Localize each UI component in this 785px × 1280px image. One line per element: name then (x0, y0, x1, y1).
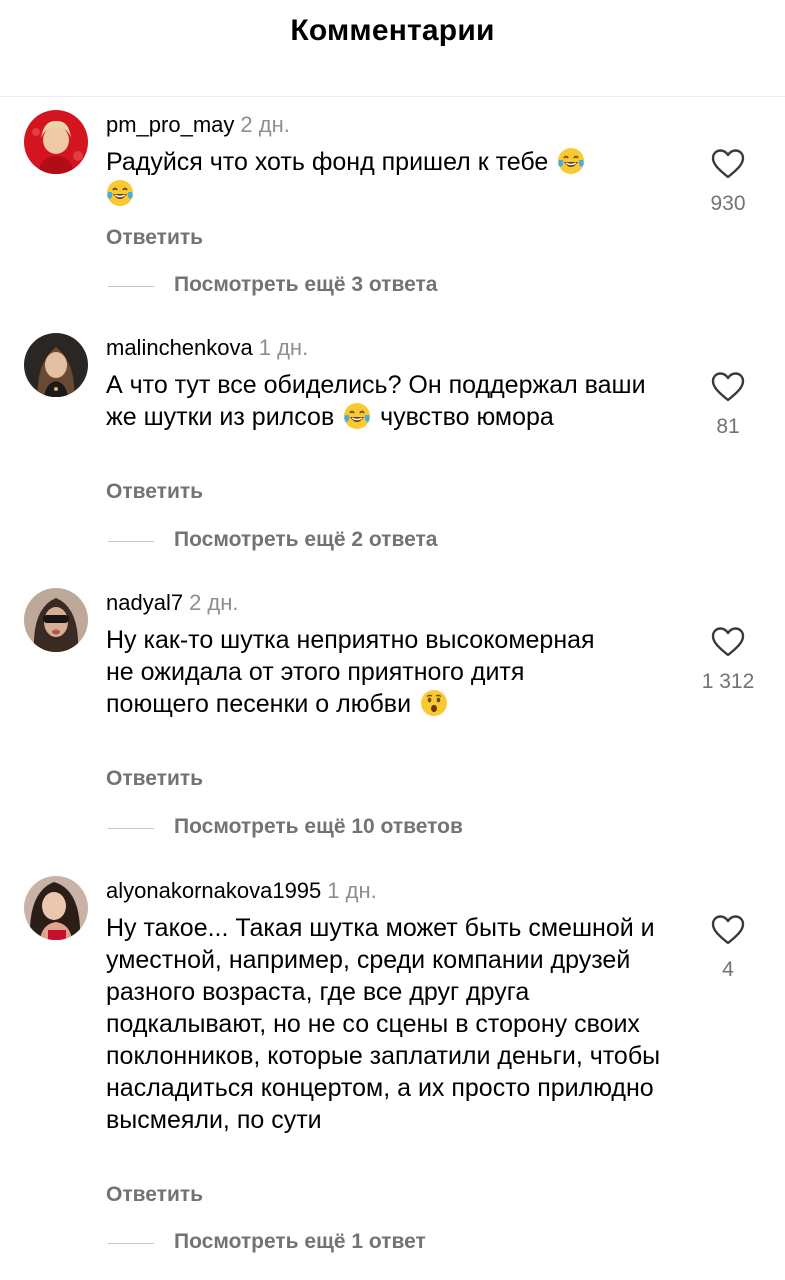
heart-outline-icon (711, 149, 745, 179)
like-count: 81 (716, 415, 740, 438)
replies-divider (108, 828, 154, 829)
replies-divider (108, 286, 154, 287)
comment-text-part: Ну как-то шутка неприятно высокомерная н… (106, 626, 595, 718)
reply-button[interactable]: Ответить (106, 1183, 203, 1207)
like-button[interactable]: 4 (700, 914, 756, 982)
comment-text-part: Радуйся что хоть фонд пришел к тебе (106, 148, 549, 176)
comment-text-part: А что тут все обиделись? Он поддержал ва… (106, 371, 646, 431)
comment-text: Радуйся что хоть фонд пришел к тебе (106, 146, 676, 210)
comment-username[interactable]: pm_pro_may (106, 112, 234, 137)
heart-outline-icon (711, 627, 745, 657)
like-button[interactable]: 1 312 (700, 626, 756, 694)
comment-text: Ну такое... Такая шутка может быть смешн… (106, 914, 661, 1134)
comments-header: Комментарии (0, 0, 785, 97)
avatar[interactable] (24, 588, 88, 652)
comment-time: 1 дн. (258, 335, 309, 360)
comment-meta: malinchenkova 1 дн. (106, 333, 308, 363)
comment-meta: pm_pro_may 2 дн. (106, 110, 290, 140)
comment-time: 2 дн. (189, 590, 239, 615)
comment-time: 1 дн. (327, 878, 377, 903)
view-more-replies-button[interactable]: Посмотреть ещё 3 ответа (174, 273, 437, 297)
replies-divider (108, 541, 154, 542)
reply-button[interactable]: Ответить (106, 480, 203, 504)
tears-of-joy-emoji-icon (107, 180, 133, 206)
tears-of-joy-emoji-icon (344, 403, 371, 429)
comment-meta: nadyal7 2 дн. (106, 588, 239, 618)
avatar[interactable] (24, 110, 88, 174)
like-button[interactable]: 81 (700, 371, 756, 439)
view-more-replies-button[interactable]: Посмотреть ещё 10 ответов (174, 815, 463, 839)
like-count: 1 312 (701, 670, 755, 693)
heart-outline-icon (711, 915, 745, 945)
replies-divider (108, 1243, 154, 1244)
page-title: Комментарии (290, 14, 495, 47)
avatar[interactable] (24, 333, 88, 397)
view-more-replies-button[interactable]: Посмотреть ещё 2 ответа (174, 528, 437, 552)
comment-time: 2 дн. (240, 112, 290, 137)
comment-username[interactable]: nadyal7 (106, 590, 183, 615)
comment-username[interactable]: malinchenkova (106, 335, 253, 360)
like-count: 930 (710, 192, 746, 215)
reply-button[interactable]: Ответить (106, 226, 203, 250)
comment-meta: alyonakornakova1995 1 дн. (106, 876, 377, 906)
reply-button[interactable]: Ответить (106, 767, 203, 791)
heart-outline-icon (711, 372, 745, 402)
comment-text: А что тут все обиделись? Он поддержал ва… (106, 369, 666, 433)
hushed-face-emoji-icon (421, 690, 448, 716)
comment-username[interactable]: alyonakornakova1995 (106, 878, 321, 903)
like-button[interactable]: 930 (700, 148, 756, 216)
avatar[interactable] (24, 876, 88, 940)
tears-of-joy-emoji-icon (558, 148, 585, 174)
comment-text-part: чувство юмора (380, 403, 554, 431)
view-more-replies-button[interactable]: Посмотреть ещё 1 ответ (174, 1230, 426, 1254)
comment-text: Ну как-то шутка неприятно высокомерная н… (106, 624, 606, 720)
like-count: 4 (722, 958, 734, 981)
